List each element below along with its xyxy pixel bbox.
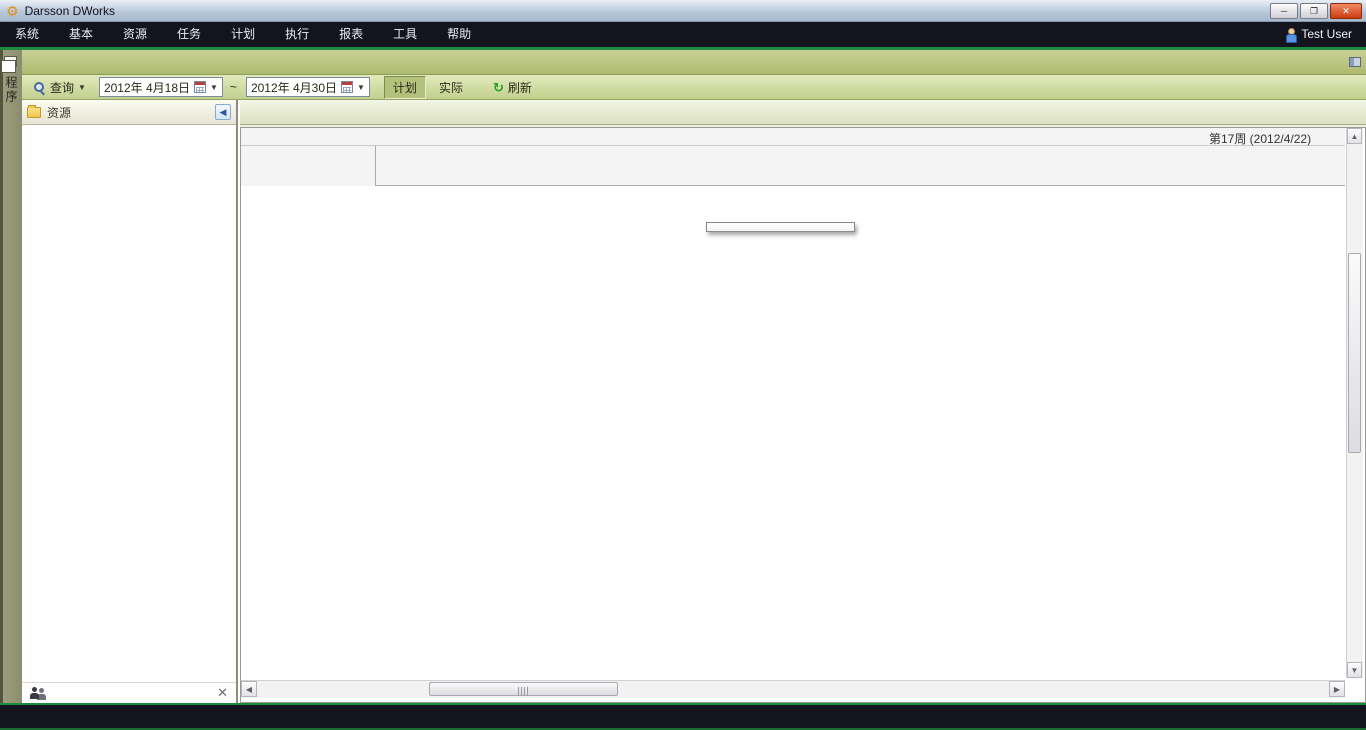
date-from-value: 2012年 4月18日 [104, 79, 190, 96]
resource-tree-footer: ✕ [22, 682, 236, 703]
menu-item-资源[interactable]: 资源 [108, 22, 162, 47]
vertical-scroll-thumb[interactable] [1348, 253, 1361, 453]
app-logo-gear-icon: ⚙ [6, 4, 19, 18]
title-bar: ⚙ Darsson DWorks ─ ❐ ✕ [0, 0, 1366, 22]
week-label: 第17周 (2012/4/22) [1209, 130, 1311, 147]
window-title: Darsson DWorks [25, 4, 115, 18]
menu-item-系统[interactable]: 系统 [0, 22, 54, 47]
window-controls: ─ ❐ ✕ [1270, 3, 1362, 19]
user-name: Test User [1301, 22, 1352, 47]
document-tab-strip [22, 50, 1366, 75]
menu-bar: 系统基本资源任务计划执行报表工具帮助 Test User [0, 22, 1366, 47]
date-to-caret-icon[interactable]: ▼ [357, 83, 365, 92]
resource-tree [22, 127, 236, 682]
gantt-plot-area [376, 186, 1345, 678]
query-dropdown-caret-icon[interactable]: ▼ [78, 83, 86, 92]
scroll-left-icon[interactable]: ◀ [241, 681, 257, 697]
refresh-button-label: 刷新 [508, 79, 532, 96]
program-strip-label: 程序 [3, 76, 20, 104]
restore-button[interactable]: ❐ [1300, 3, 1328, 19]
actual-toggle-button[interactable]: 实际 [430, 76, 472, 99]
window-layout-icon[interactable] [1349, 57, 1361, 67]
gantt-week-header: 第17周 (2012/4/22) [241, 128, 1345, 146]
menu-item-任务[interactable]: 任务 [162, 22, 216, 47]
folder-icon [27, 107, 41, 118]
date-from-caret-icon[interactable]: ▼ [210, 83, 218, 92]
resource-panel-title: 资源 [47, 104, 71, 121]
resource-panel-header: 资源 ◀ [22, 100, 236, 125]
gantt-corner-cell [241, 146, 376, 186]
scroll-up-icon[interactable]: ▲ [1347, 128, 1362, 144]
scroll-right-icon[interactable]: ▶ [1329, 681, 1345, 697]
user-icon [1285, 28, 1296, 41]
menu-item-报表[interactable]: 报表 [324, 22, 378, 47]
refresh-icon: ↻ [493, 81, 504, 94]
collapse-panel-button[interactable]: ◀ [215, 104, 231, 120]
app-window: ⚙ Darsson DWorks ─ ❐ ✕ 系统基本资源任务计划执行报表工具帮… [0, 0, 1366, 730]
gantt-subtabs [240, 100, 1366, 125]
scroll-down-icon[interactable]: ▼ [1347, 662, 1362, 678]
footer-close-icon[interactable]: ✕ [217, 685, 228, 701]
gantt-panel: 第17周 (2012/4/22) ▲ ▼ ◀ ▶ [240, 100, 1366, 703]
vertical-scrollbar[interactable]: ▲ ▼ [1346, 128, 1363, 678]
calendar-icon[interactable] [194, 81, 206, 93]
menu-item-执行[interactable]: 执行 [270, 22, 324, 47]
query-button-label: 查询 [50, 79, 74, 96]
refresh-button[interactable]: ↻ 刷新 [486, 76, 539, 99]
user-badge[interactable]: Test User [1285, 22, 1352, 47]
horizontal-scrollbar[interactable]: ◀ ▶ [241, 680, 1345, 698]
date-range-separator: ~ [230, 80, 237, 94]
program-side-strip[interactable]: 程序 [0, 50, 22, 703]
menu-item-基本[interactable]: 基本 [54, 22, 108, 47]
gantt-chart: 第17周 (2012/4/22) ▲ ▼ ◀ ▶ [240, 127, 1366, 703]
calendar-icon[interactable] [341, 81, 353, 93]
menu-item-帮助[interactable]: 帮助 [432, 22, 486, 47]
gantt-day-header [376, 146, 1345, 166]
plan-toggle-button[interactable]: 计划 [384, 76, 426, 99]
query-toolbar: 查询 ▼ 2012年 4月18日 ▼ ~ 2012年 4月30日 ▼ 计划 实际… [22, 75, 1366, 100]
status-bar [0, 705, 1366, 730]
task-tooltip [706, 222, 855, 232]
query-button[interactable]: 查询 ▼ [26, 76, 93, 99]
find-resource-icon[interactable] [30, 687, 48, 700]
minimize-button[interactable]: ─ [1270, 3, 1298, 19]
search-icon [33, 81, 46, 94]
close-button[interactable]: ✕ [1330, 3, 1362, 19]
horizontal-scroll-thumb[interactable] [429, 682, 618, 696]
date-from-field[interactable]: 2012年 4月18日 ▼ [99, 77, 223, 97]
menu-item-计划[interactable]: 计划 [216, 22, 270, 47]
gantt-hour-header [376, 166, 1345, 186]
resource-panel: 资源 ◀ ✕ [22, 100, 238, 703]
program-pages-icon [4, 56, 17, 67]
menu-item-工具[interactable]: 工具 [378, 22, 432, 47]
gantt-body [241, 186, 1345, 678]
date-to-value: 2012年 4月30日 [251, 79, 337, 96]
date-to-field[interactable]: 2012年 4月30日 ▼ [246, 77, 370, 97]
